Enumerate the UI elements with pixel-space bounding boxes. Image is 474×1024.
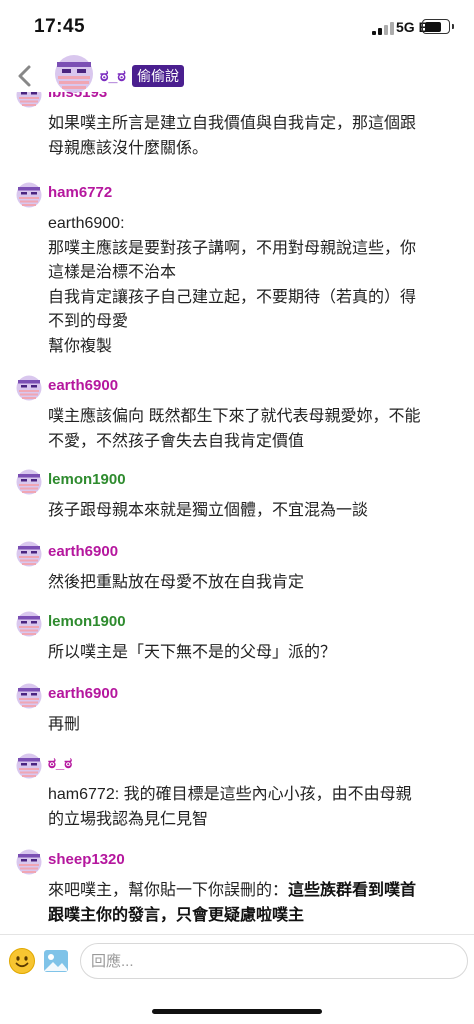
image-icon[interactable] <box>43 949 69 973</box>
user-avatar[interactable] <box>16 849 42 875</box>
user-avatar[interactable] <box>16 375 42 401</box>
author-name[interactable]: ಠ_ಠ <box>100 68 126 86</box>
comment-text: 噗主應該偏向 既然都生下來了就代表母親愛妳，不能 不愛，不然孩子會失去自我肯定價值 <box>48 408 421 450</box>
comment-username[interactable]: lemon1900 <box>48 613 126 630</box>
comment-text: 再刪 <box>48 716 81 733</box>
user-avatar[interactable] <box>16 753 42 779</box>
comment-text: 如果噗主所言是建立自我價值與自我肯定，那這個跟 母親應該沒什麼關係。 <box>48 115 417 157</box>
user-avatar[interactable] <box>16 469 42 495</box>
reply-bar <box>0 934 474 1024</box>
board-tag[interactable]: 偷偷說 <box>132 65 184 87</box>
user-avatar[interactable] <box>16 611 42 637</box>
comment-username[interactable]: ham6772 <box>48 184 112 201</box>
comment-text: 來吧噗主，幫你貼一下你誤刪的：這些族群看到噗首 跟噗主你的發言，只會更疑慮啦噗主 <box>48 882 417 924</box>
comment-list: ibis5193 如果噗主所言是建立自我價值與自我肯定，那這個跟 母親應該沒什麼關… <box>0 92 474 934</box>
home-indicator <box>152 1009 322 1014</box>
comment-username[interactable]: sheep1320 <box>48 851 125 868</box>
reply-input[interactable] <box>80 943 468 979</box>
user-avatar[interactable] <box>16 92 42 108</box>
battery-icon <box>422 19 454 34</box>
quoted-bold-text: 這些族群看到噗首 <box>288 882 417 899</box>
author-avatar[interactable] <box>54 54 94 94</box>
comment-username[interactable]: ಠ_ಠ <box>48 755 72 772</box>
comment-username[interactable]: ibis5193 <box>48 92 107 101</box>
status-time: 17:45 <box>34 16 86 37</box>
smiley-icon[interactable] <box>8 947 36 975</box>
comment-username[interactable]: earth6900 <box>48 543 118 560</box>
chevron-left-icon[interactable] <box>12 62 40 90</box>
comment-text: earth6900: 那噗主應該是要對孩子講啊，不用對母親說這些，你 這樣是治標不治… <box>48 215 417 355</box>
user-avatar[interactable] <box>16 683 42 709</box>
user-avatar[interactable] <box>16 541 42 567</box>
user-avatar[interactable] <box>16 182 42 208</box>
comment-username[interactable]: earth6900 <box>48 377 118 394</box>
comment-text: 孩子跟母親本來就是獨立個體，不宜混為一談 <box>48 502 369 519</box>
comment-text: ham6772: 我的確目標是這些內心小孩，由不由母親 的立場我認為見仁見智 <box>48 786 412 828</box>
signal-icon <box>372 22 394 35</box>
comment-text: 然後把重點放在母愛不放在自我肯定 <box>48 574 305 591</box>
status-bar: 17:45 5G E <box>0 0 474 56</box>
comment-text: 所以噗主是「天下無不是的父母」派的？ <box>48 644 337 661</box>
comment-username[interactable]: lemon1900 <box>48 471 126 488</box>
comment-username[interactable]: earth6900 <box>48 685 118 702</box>
